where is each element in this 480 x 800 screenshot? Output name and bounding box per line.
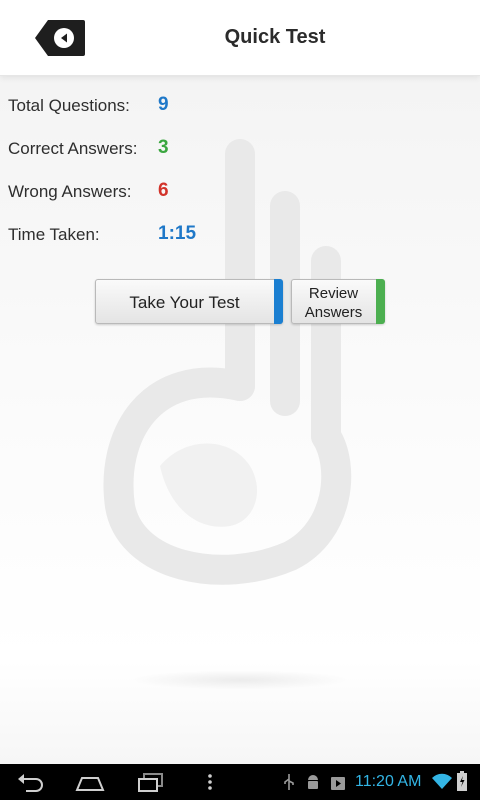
stat-row-correct: Correct Answers: 3 [8,137,308,182]
home-nav-icon[interactable] [74,770,106,794]
wrong-answers-value: 6 [158,180,169,201]
time-taken-value: 1:15 [158,223,197,244]
total-questions-value: 9 [158,94,169,115]
take-test-label: Take Your Test [129,293,240,312]
time-taken-label: Time Taken: [8,225,100,244]
correct-answers-label: Correct Answers: [8,139,138,158]
take-test-accent [274,279,283,324]
stat-row-time: Time Taken: 1:15 [8,223,308,268]
review-accent [376,279,385,324]
review-label-line2: Answers [304,304,363,321]
android-debug-icon [308,775,318,789]
take-test-button[interactable]: Take Your Test [95,279,283,324]
back-nav-icon[interactable] [16,770,46,794]
usb-icon [284,774,294,790]
results-panel: Total Questions: 9 Correct Answers: 3 Wr… [0,76,480,764]
wrong-answers-label: Wrong Answers: [8,182,132,201]
wifi-icon [432,773,452,789]
total-questions-label: Total Questions: [8,96,130,115]
play-store-icon [331,777,345,790]
status-clock: 11:20 AM [355,773,422,790]
stats-list: Total Questions: 9 Correct Answers: 3 Wr… [8,94,308,268]
system-navigation-bar: 11:20 AM [0,764,480,800]
review-answers-label: Review Answers [292,284,375,322]
review-label-line1: Review [308,285,359,302]
stat-row-total: Total Questions: 9 [8,94,308,139]
correct-answers-value: 3 [158,137,169,158]
stat-row-wrong: Wrong Answers: 6 [8,180,308,225]
review-answers-button[interactable]: Review Answers [291,279,385,324]
floor-shadow [130,670,350,690]
app-header: Quick Test [0,0,480,76]
recent-apps-icon[interactable] [136,770,166,794]
page-title: Quick Test [224,26,326,48]
menu-dots-icon[interactable] [205,770,215,794]
battery-icon [457,771,467,791]
